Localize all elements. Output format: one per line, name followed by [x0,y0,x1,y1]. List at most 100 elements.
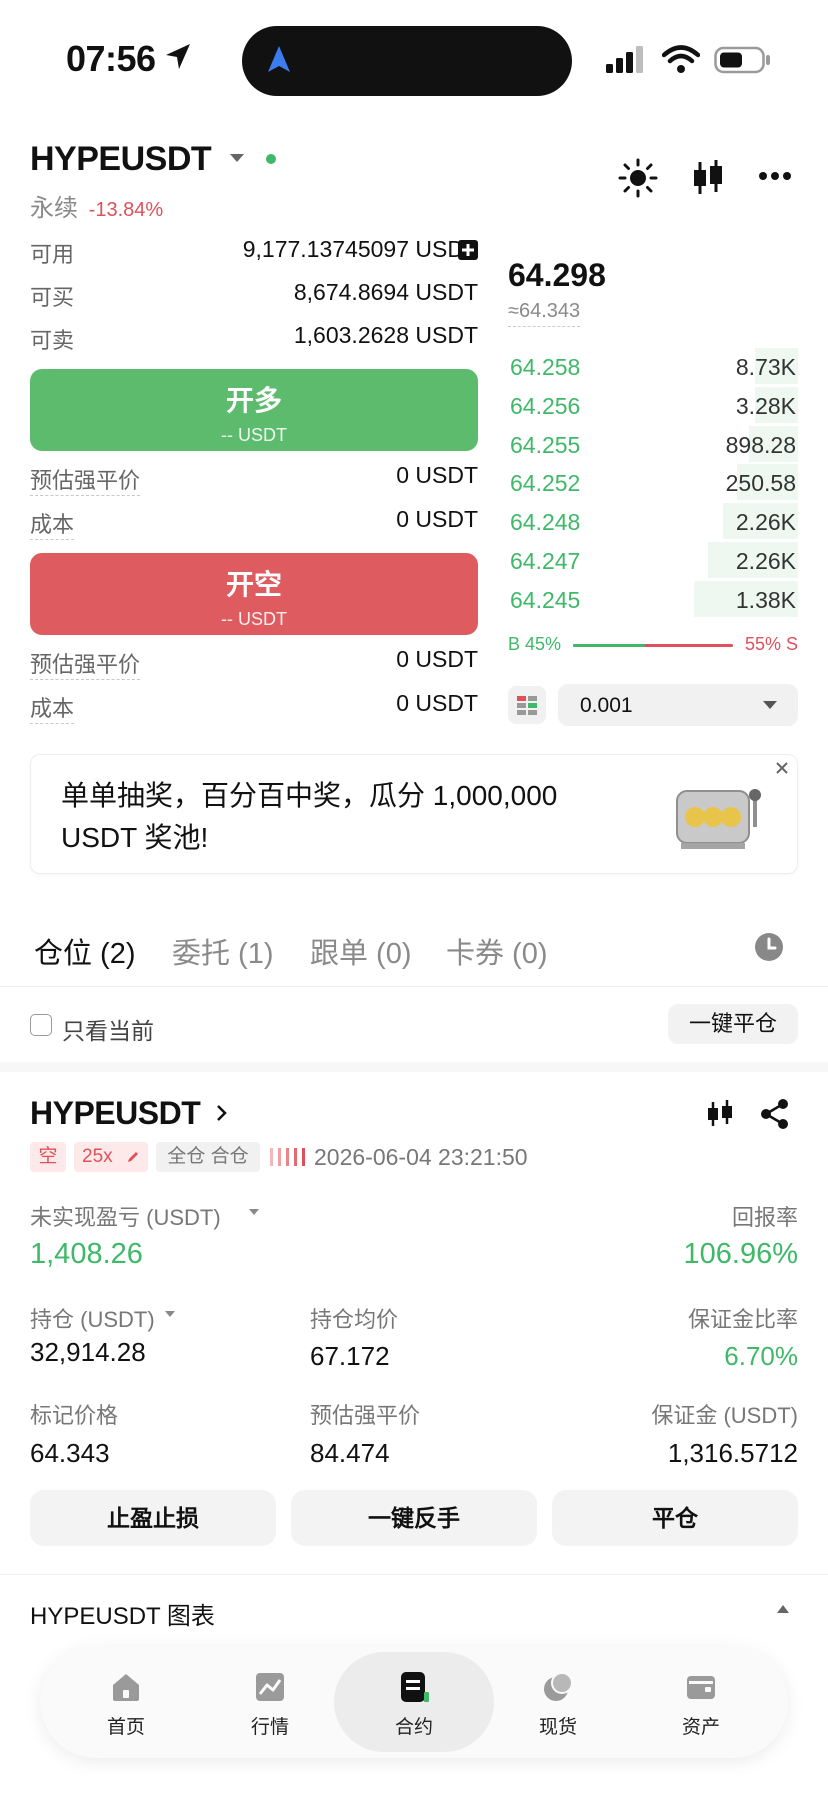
long-liq-label[interactable]: 预估强平价 [30,468,141,496]
chart-section-divider [0,1574,828,1575]
cellular-signal-icon [606,46,643,73]
home-icon [113,1674,139,1701]
section-separator [0,1062,828,1072]
open-long-button[interactable]: 开多 -- USDT [30,369,478,451]
close-banner-icon[interactable] [775,761,789,775]
margin-mode-tag: 全仓 合仓 [156,1142,260,1172]
contract-symbol[interactable]: HYPEUSDT [30,140,212,179]
orderbook-layout-button[interactable] [508,686,546,724]
edit-pencil-icon [128,1152,138,1162]
roe-label: 回报率 [731,1205,798,1230]
nav-spot[interactable]: 现货 [513,1670,603,1739]
unrealized-pnl-value: 1,408.26 [30,1238,143,1270]
slot-machine-icon [676,789,761,849]
long-cost-label[interactable]: 成本 [30,512,75,540]
short-side-tag: 空 [30,1142,66,1172]
orderbook-bid-row[interactable]: 64.252 250.58 [508,464,798,501]
promo-text: 单单抽奖，百分百中奖，瓜分 1,000,000 USDT 奖池! [61,775,557,859]
orderbook-bid-row[interactable]: 64.256 3.28K [508,386,798,423]
precision-select[interactable]: 0.001 [558,684,798,726]
last-price: 64.298 [508,257,606,293]
orderbook-bid-row[interactable]: 64.255 898.28 [508,425,798,462]
tab-orders[interactable]: 委托 (1) [172,930,274,972]
only-current-checkbox[interactable] [30,1014,52,1036]
liq-price-label: 预估强平价 [310,1403,421,1428]
share-icon[interactable] [760,1098,790,1130]
price-change: -13.84% [88,199,164,221]
bid-price: 64.245 [510,586,581,613]
candlestick-chart-icon[interactable] [690,158,726,198]
chart-section-title[interactable]: HYPEUSDT 图表 [30,1596,215,1631]
orderbook-bid-row[interactable]: 64.245 1.38K [508,580,798,617]
leverage-value: 25x [82,1146,113,1167]
spot-icon [544,1672,573,1701]
tp-sl-button[interactable]: 止盈止损 [30,1490,276,1546]
tab-positions[interactable]: 仓位 (2) [34,930,136,972]
symbol-dropdown-icon[interactable] [228,152,246,164]
nav-home[interactable]: 首页 [81,1670,171,1739]
position-opened-at: 2026-06-04 23:21:50 [314,1144,528,1170]
long-cost-value: 0 USDT [396,506,478,532]
perpetual-label: 永续 [30,195,78,222]
buy-ratio-label: B 45% [508,634,562,654]
liq-price-value: 84.474 [310,1438,390,1468]
bid-price: 64.247 [510,548,581,574]
tab-coupons[interactable]: 卡券 (0) [446,930,548,972]
mark-price-label: 标记价格 [30,1403,119,1428]
history-clock-icon[interactable] [754,932,784,962]
close-position-button[interactable]: 平仓 [552,1490,798,1546]
bid-price: 64.258 [510,354,581,380]
status-time: 07:56 [66,38,156,79]
open-short-button[interactable]: 开空 -- USDT [30,553,478,635]
theme-toggle-icon[interactable] [618,158,658,198]
close-all-button[interactable]: 一键平仓 [668,1004,798,1044]
bid-quantity: 8.73K [735,354,796,380]
market-icon [256,1673,284,1701]
bid-quantity: 898.28 [725,431,796,458]
futures-icon [401,1672,429,1702]
market-status-dot [266,154,276,164]
collapse-up-icon[interactable] [776,1604,790,1614]
size-dropdown-icon[interactable] [164,1310,176,1318]
short-cost-value: 0 USDT [396,690,478,716]
bid-price: 64.256 [510,392,581,419]
chevron-right-icon[interactable] [216,1104,228,1122]
short-liq-value: 0 USDT [396,646,478,672]
precision-value: 0.001 [580,694,633,717]
sellable-label: 可卖 [30,328,75,353]
bid-price: 64.255 [510,431,581,458]
reverse-position-button[interactable]: 一键反手 [291,1490,537,1546]
nav-home-label: 首页 [106,1717,145,1738]
bid-quantity: 1.38K [735,586,796,613]
position-chart-icon[interactable] [706,1098,734,1130]
short-cost-label[interactable]: 成本 [30,696,75,724]
leverage-tag[interactable]: 25x [74,1142,148,1172]
more-options-icon[interactable] [758,170,792,182]
short-liq-label[interactable]: 预估强平价 [30,652,141,680]
mark-price[interactable]: ≈64.343 [508,300,581,327]
position-symbol[interactable]: HYPEUSDT [30,1095,201,1132]
position-size-label[interactable]: 持仓 (USDT) [30,1302,155,1334]
nav-assets-label: 资产 [681,1717,720,1738]
transfer-plus-icon[interactable] [458,240,478,260]
tabs-divider [0,986,828,987]
nav-market[interactable]: 行情 [225,1670,315,1739]
promo-banner[interactable]: 单单抽奖，百分百中奖，瓜分 1,000,000 USDT 奖池! [30,754,798,874]
open-long-label: 开多 [225,385,282,416]
orderbook-bid-row[interactable]: 64.248 2.26K [508,503,798,540]
orderbook-bid-row[interactable]: 64.247 2.26K [508,542,798,578]
nav-assets[interactable]: 资产 [656,1670,746,1739]
unrealized-pnl-label[interactable]: 未实现盈亏 (USDT) [30,1200,221,1232]
orderbook-bid-row[interactable]: 64.258 8.73K [508,348,798,384]
bid-quantity: 2.26K [735,509,796,536]
promo-text-line2: USDT 奖池! [61,822,209,853]
buyable-value: 8,674.8694 USDT [293,279,478,305]
nav-market-label: 行情 [250,1717,289,1738]
pnl-dropdown-icon[interactable] [248,1208,260,1216]
tab-copy-trading[interactable]: 跟单 (0) [310,930,412,972]
buyable-label: 可买 [30,285,75,310]
bid-price: 64.252 [510,470,581,497]
nav-futures[interactable]: 合约 [369,1670,459,1739]
nav-spot-label: 现货 [538,1717,577,1738]
only-current-label: 只看当前 [62,1018,154,1044]
